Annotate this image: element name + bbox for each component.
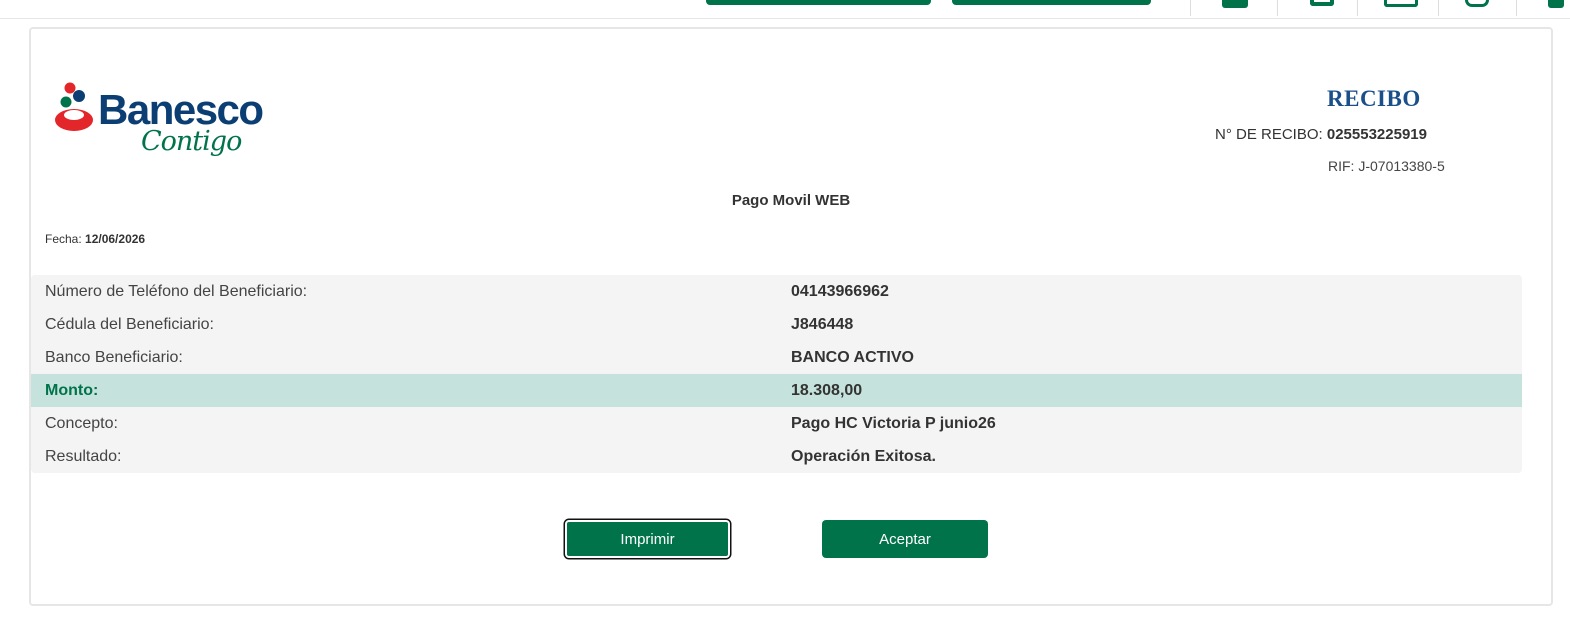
mail-icon[interactable] — [1384, 0, 1418, 7]
service-title: Pago Movil WEB — [731, 192, 851, 209]
detail-label: Banco Beneficiario: — [45, 348, 183, 366]
top-separator — [1190, 0, 1191, 16]
date-label: Fecha: — [45, 232, 82, 246]
logo-tagline: Contigo — [141, 126, 242, 157]
detail-row-phone: Número de Teléfono del Beneficiario: 041… — [31, 275, 1522, 308]
details-table: Número de Teléfono del Beneficiario: 041… — [31, 275, 1522, 473]
detail-value: J846448 — [791, 315, 854, 333]
detail-row-concept: Concepto: Pago HC Victoria P junio26 — [31, 407, 1522, 440]
detail-value: 04143966962 — [791, 282, 889, 300]
date-value: 12/06/2026 — [85, 232, 146, 246]
logo-figure-icon — [55, 82, 93, 131]
detail-value: 18.308,00 — [791, 381, 863, 399]
transfer-icon[interactable] — [1310, 0, 1334, 6]
detail-label: Cédula del Beneficiario: — [45, 315, 214, 333]
detail-row-amount: Monto: 18.308,00 — [31, 374, 1522, 407]
detail-label: Número de Teléfono del Beneficiario: — [45, 282, 308, 300]
top-separator — [1516, 0, 1517, 16]
detail-label: Concepto: — [45, 414, 118, 432]
detail-row-id: Cédula del Beneficiario: J846448 — [31, 308, 1522, 341]
detail-row-result: Resultado: Operación Exitosa. — [31, 440, 1522, 473]
accept-button[interactable]: Aceptar — [822, 520, 988, 558]
detail-row-bank: Banco Beneficiario: BANCO ACTIVO — [31, 341, 1522, 374]
top-nav-button-1[interactable] — [706, 0, 931, 5]
detail-value: Pago HC Victoria P junio26 — [791, 414, 996, 432]
rif-number: RIF: J-07013380-5 — [1328, 158, 1445, 174]
print-button[interactable]: Imprimir — [565, 520, 730, 558]
top-bar — [0, 0, 1570, 19]
top-separator — [1357, 0, 1358, 16]
detail-value: Operación Exitosa. — [791, 447, 936, 465]
receipt-number-value: 025553225919 — [1326, 126, 1427, 143]
detail-label: Resultado: — [45, 447, 122, 465]
detail-label: Monto: — [45, 381, 99, 399]
banesco-logo: Banesco Contigo — [53, 79, 264, 165]
top-separator — [1438, 0, 1439, 16]
top-nav-button-2[interactable] — [952, 0, 1151, 5]
top-separator — [1277, 0, 1278, 16]
lock-icon[interactable] — [1222, 0, 1248, 8]
receipt-number-label: N° DE RECIBO: — [1215, 126, 1323, 143]
detail-value: BANCO ACTIVO — [791, 348, 914, 366]
receipt-number: N° DE RECIBO: 025553225919 — [1215, 126, 1427, 143]
exit-icon[interactable] — [1548, 0, 1564, 8]
help-icon[interactable] — [1465, 0, 1489, 7]
receipt-date: Fecha: 12/06/2026 — [45, 232, 145, 246]
receipt-title: RECIBO — [1327, 86, 1421, 111]
receipt-card: Banesco Contigo RECIBO N° DE RECIBO: 025… — [29, 27, 1553, 606]
